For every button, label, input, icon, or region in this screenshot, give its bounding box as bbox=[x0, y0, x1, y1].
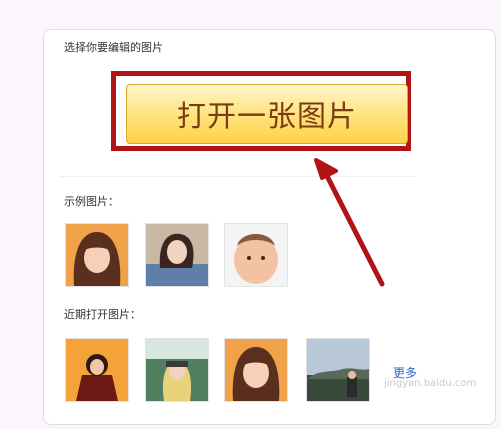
recent-photo-2-image bbox=[146, 339, 208, 401]
recent-photo-2[interactable] bbox=[145, 338, 209, 402]
recent-photo-4-image bbox=[307, 339, 369, 401]
recent-photo-1-image bbox=[66, 339, 128, 401]
sample-photo-2-image bbox=[146, 224, 208, 286]
watermark-text: jingyan.baidu.com bbox=[384, 378, 477, 389]
recent-photo-3-image bbox=[225, 339, 287, 401]
sample-photo-1-image bbox=[66, 224, 128, 286]
recent-title: 近期打开图片： bbox=[64, 308, 141, 321]
recent-photo-4[interactable] bbox=[306, 338, 370, 402]
sample-photo-2[interactable] bbox=[145, 223, 209, 287]
open-image-button[interactable]: 打开一张图片 bbox=[126, 84, 408, 144]
select-image-label: 选择你要编辑的图片 bbox=[64, 41, 163, 54]
recent-photo-3[interactable] bbox=[224, 338, 288, 402]
sample-photo-1[interactable] bbox=[65, 223, 129, 287]
divider bbox=[60, 176, 415, 177]
recent-photo-1[interactable] bbox=[65, 338, 129, 402]
samples-title: 示例图片： bbox=[64, 195, 119, 208]
sample-photo-3[interactable] bbox=[224, 223, 288, 287]
sample-photo-3-image bbox=[225, 224, 287, 286]
